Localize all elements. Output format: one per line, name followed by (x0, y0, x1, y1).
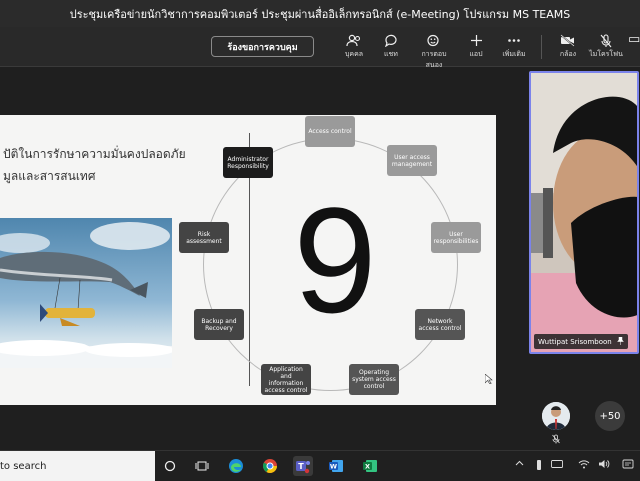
pin-icon[interactable] (616, 336, 624, 347)
big-number: 9 (293, 176, 377, 344)
notification-icon[interactable] (622, 459, 634, 473)
more-icon (494, 31, 534, 49)
request-control-button[interactable]: ร้องขอการควบคุม (211, 36, 314, 57)
taskbar-search-text: to search (0, 460, 47, 472)
wifi-icon[interactable] (578, 459, 590, 473)
edge-icon[interactable] (226, 456, 246, 476)
taskbar-search-box[interactable]: to search (0, 451, 155, 481)
chat-label: แชท (384, 50, 398, 58)
node-risk-assessment: Risk assessment (179, 222, 229, 253)
node-backup-recovery: Backup and Recovery (194, 309, 244, 340)
svg-text:W: W (330, 463, 337, 471)
people-icon (334, 31, 374, 49)
more-participants-button[interactable]: +50 (595, 401, 625, 431)
more-button[interactable]: เพิ่มเติม (494, 31, 534, 63)
participant-avatar[interactable] (542, 402, 570, 430)
svg-text:T: T (298, 462, 304, 471)
presentation-slide: ปัติในการรักษาความมั่นคงปลอดภัย มูลและสา… (0, 115, 496, 405)
usb-drive-icon[interactable] (533, 459, 545, 473)
slide-title: ปัติในการรักษาความมั่นคงปลอดภัย มูลและสา… (3, 143, 203, 187)
microphone-label: ไมโครโฟน (589, 50, 623, 58)
mouse-cursor-icon (485, 374, 493, 384)
microphone-button[interactable]: ไมโครโฟน (586, 31, 626, 63)
teams-icon[interactable]: T (293, 456, 313, 476)
slide-title-line-2: มูลและสารสนเทศ (3, 169, 96, 183)
task-view-icon[interactable] (192, 456, 212, 476)
meeting-toolbar: ร้องขอการควบคุม บุคคล แชท การตอบสนอง แอป… (0, 27, 640, 69)
keyboard-icon[interactable] (551, 459, 563, 473)
camera-label: กล้อง (559, 50, 577, 58)
plus-icon (456, 31, 496, 49)
toolbar-separator (541, 35, 542, 59)
share-button[interactable]: ▭ (628, 31, 640, 63)
node-administrator-responsibility: Administrator Responsibility (223, 147, 273, 178)
participant-name-tag: Wuttipat Srisomboon (534, 334, 628, 349)
participant-mute-icon (552, 434, 560, 444)
people-label: บุคคล (344, 50, 364, 58)
slide-title-line-1: ปัติในการรักษาความมั่นคงปลอดภัย (3, 147, 186, 161)
mic-off-icon (586, 31, 626, 49)
excel-icon[interactable]: X (360, 456, 380, 476)
more-label: เพิ่มเติม (502, 50, 526, 58)
reactions-button[interactable]: การตอบสนอง (414, 31, 454, 69)
cortana-icon[interactable] (160, 456, 180, 476)
node-os-access-control: Operating system access control (349, 364, 399, 395)
tray-chevron-up-icon[interactable] (513, 459, 525, 473)
chat-icon (371, 31, 411, 49)
word-icon[interactable]: W (326, 456, 346, 476)
node-application-access-control: Application and information access contr… (261, 364, 311, 395)
chat-button[interactable]: แชท (371, 31, 411, 63)
whale-airship-image (0, 218, 172, 368)
chrome-icon[interactable] (260, 456, 280, 476)
window-title: ประชุมเครือข่ายนักวิชาการคอมพิวเตอร์ ประ… (69, 7, 571, 21)
node-network-access-control: Network access control (415, 309, 465, 340)
reactions-icon (414, 31, 454, 49)
participant-video-feed (531, 73, 637, 352)
volume-icon[interactable] (598, 459, 610, 473)
participant-video-tile[interactable]: Wuttipat Srisomboon (529, 71, 639, 354)
share-icon: ▭ (628, 32, 640, 47)
apps-button[interactable]: แอป (456, 31, 496, 63)
apps-label: แอป (469, 50, 483, 58)
participant-name: Wuttipat Srisomboon (538, 337, 612, 346)
people-button[interactable]: บุคคล (334, 31, 374, 63)
windows-taskbar: to search T W X (0, 450, 640, 481)
node-user-access-management: User access management (387, 145, 437, 176)
camera-button[interactable]: กล้อง (548, 31, 588, 63)
svg-text:X: X (365, 463, 370, 471)
shared-screen-area: ปัติในการรักษาความมั่นคงปลอดภัย มูลและสา… (0, 67, 528, 450)
node-access-control: Access control (305, 116, 355, 147)
node-user-responsibilities: User responsibilities (431, 222, 481, 253)
window-title-bar: ประชุมเครือข่ายนักวิชาการคอมพิวเตอร์ ประ… (0, 0, 640, 27)
camera-off-icon (548, 31, 588, 49)
